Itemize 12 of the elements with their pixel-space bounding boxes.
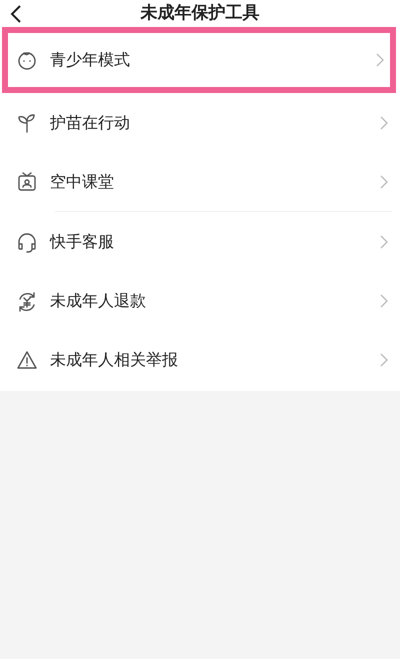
warning-icon — [16, 348, 38, 370]
chevron-icon — [380, 352, 388, 366]
chevron-icon — [380, 294, 388, 308]
menu-item[interactable]: 青少年模式 — [2, 27, 396, 93]
chevron-icon — [380, 116, 388, 130]
chevron-icon — [376, 53, 384, 67]
chevron-icon — [380, 174, 388, 188]
page-title: 未成年保护工具 — [140, 2, 260, 25]
back-icon — [10, 4, 22, 22]
classroom-icon — [16, 170, 38, 192]
chevron-icon — [380, 234, 388, 248]
headset-icon — [16, 230, 38, 252]
